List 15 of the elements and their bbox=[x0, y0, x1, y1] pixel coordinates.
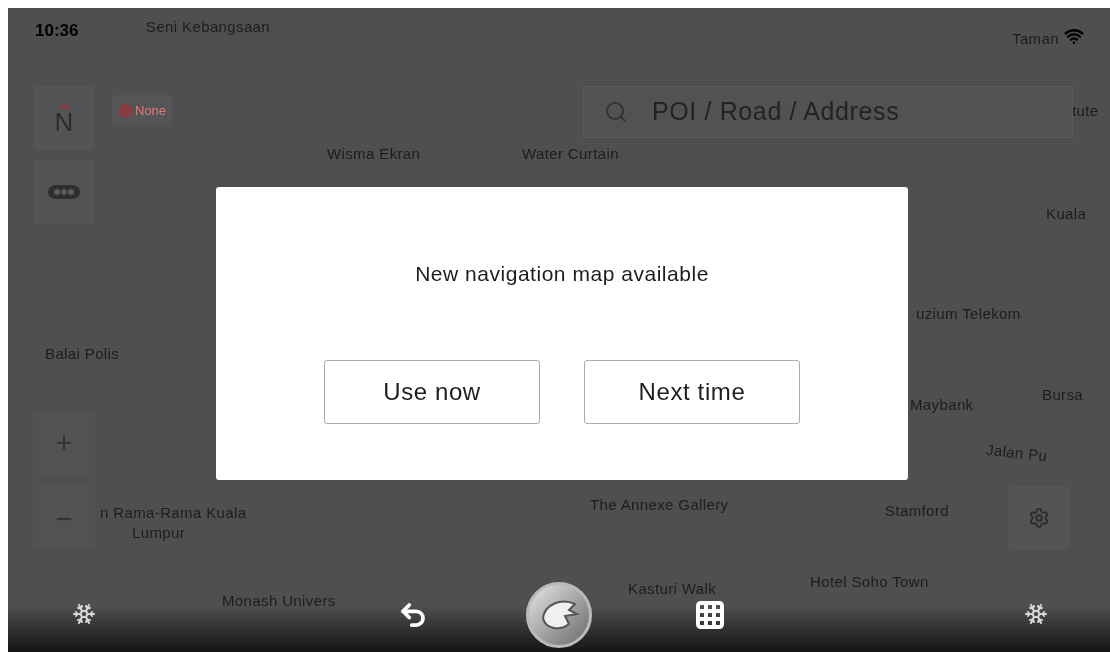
snowflake-icon[interactable] bbox=[1024, 602, 1048, 626]
route-preference-chip[interactable]: None bbox=[112, 95, 173, 127]
apps-grid-icon[interactable] bbox=[694, 599, 726, 631]
back-icon[interactable] bbox=[398, 600, 428, 630]
dialog-button[interactable]: Use now bbox=[324, 359, 540, 424]
north-arrow-icon bbox=[59, 101, 69, 109]
route-preference-label: None bbox=[135, 102, 167, 121]
dialog-message: New navigation map available bbox=[415, 261, 709, 287]
settings-icon bbox=[1028, 507, 1050, 529]
search-icon bbox=[604, 100, 628, 124]
dots-icon bbox=[48, 185, 80, 199]
wifi-icon bbox=[1064, 26, 1084, 46]
snowflake-icon[interactable] bbox=[72, 602, 96, 626]
dialog-button[interactable]: Next time bbox=[584, 359, 800, 424]
clock: 10:36 bbox=[35, 20, 79, 42]
